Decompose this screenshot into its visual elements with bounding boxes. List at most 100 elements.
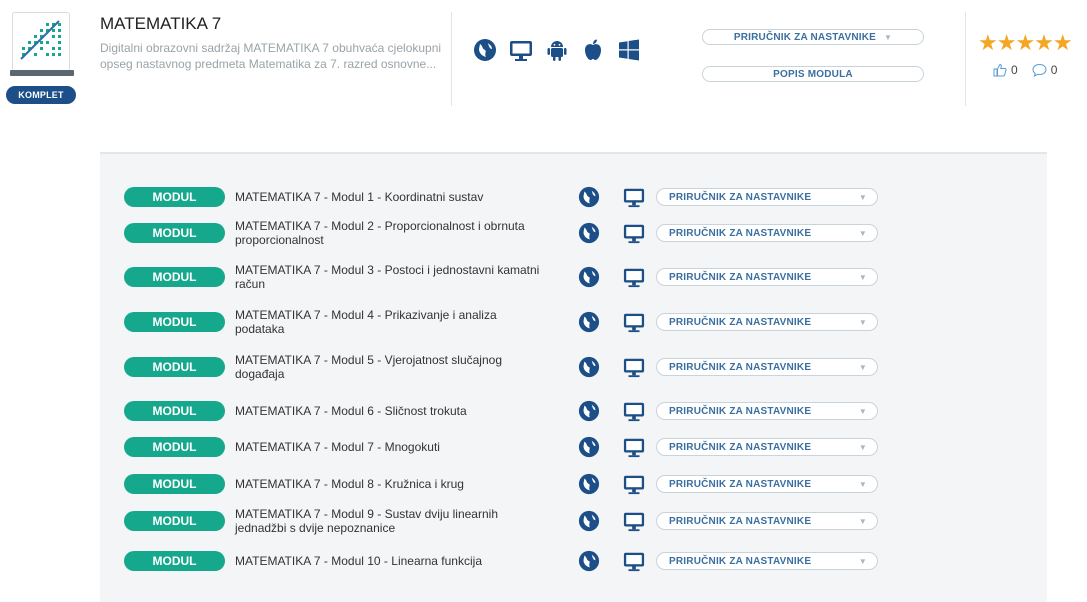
chevron-down-icon: ▼ <box>858 480 867 489</box>
module-row: MODUL MATEMATIKA 7 - Modul 3 - Postoci i… <box>100 260 1047 294</box>
thumbnail-card <box>12 12 70 72</box>
modul-badge[interactable]: MODUL <box>124 511 225 531</box>
monitor-icon[interactable] <box>621 473 647 495</box>
divider <box>451 12 452 106</box>
teacher-manual-label: PRIRUČNIK ZA NASTAVNIKE <box>669 556 812 567</box>
globe-icon[interactable] <box>472 37 498 63</box>
course-title[interactable]: MATEMATIKA 7 <box>100 14 221 34</box>
modul-badge[interactable]: MODUL <box>124 474 225 494</box>
module-row: MODUL MATEMATIKA 7 - Modul 7 - Mnogokuti… <box>100 430 1047 464</box>
comment-icon[interactable] <box>1032 63 1047 77</box>
monitor-icon[interactable] <box>621 510 647 532</box>
module-title[interactable]: MATEMATIKA 7 - Modul 6 - Sličnost trokut… <box>235 404 545 418</box>
teacher-manual-dropdown[interactable]: PRIRUČNIK ZA NASTAVNIKE ▼ <box>656 402 878 420</box>
thumbs-up-icon[interactable] <box>993 63 1007 77</box>
module-row: MODUL MATEMATIKA 7 - Modul 9 - Sustav dv… <box>100 504 1047 538</box>
module-title[interactable]: MATEMATIKA 7 - Modul 4 - Prikazivanje i … <box>235 308 545 336</box>
module-row: MODUL MATEMATIKA 7 - Modul 10 - Linearna… <box>100 544 1047 578</box>
monitor-icon[interactable] <box>621 311 647 333</box>
math-grid-icon <box>20 20 61 60</box>
komplet-badge: KOMPLET <box>6 86 76 104</box>
module-row: MODUL MATEMATIKA 7 - Modul 1 - Koordinat… <box>100 180 1047 214</box>
rating-stars[interactable]: ★★★★★ <box>978 30 1073 56</box>
teacher-manual-label: PRIRUČNIK ZA NASTAVNIKE <box>669 228 812 239</box>
teacher-manual-dropdown[interactable]: PRIRUČNIK ZA NASTAVNIKE ▼ <box>656 313 878 331</box>
teacher-manual-dropdown[interactable]: PRIRUČNIK ZA NASTAVNIKE ▼ <box>656 438 878 456</box>
feedback-counts: 0 0 <box>993 63 1057 77</box>
course-description: Digitalni obrazovni sadržaj MATEMATIKA 7… <box>100 41 442 71</box>
likes-count: 0 <box>1011 63 1018 77</box>
chevron-down-icon: ▼ <box>858 443 867 452</box>
teacher-manual-dropdown[interactable]: PRIRUČNIK ZA NASTAVNIKE ▼ <box>656 475 878 493</box>
apple-icon[interactable] <box>580 37 606 63</box>
monitor-icon[interactable] <box>621 222 647 244</box>
teacher-manual-dropdown[interactable]: PRIRUČNIK ZA NASTAVNIKE ▼ <box>656 188 878 206</box>
globe-icon[interactable] <box>578 186 600 208</box>
platform-icons <box>472 37 642 63</box>
globe-icon[interactable] <box>578 473 600 495</box>
chevron-down-icon: ▼ <box>858 273 867 282</box>
chevron-down-icon: ▼ <box>858 557 867 566</box>
modul-badge[interactable]: MODUL <box>124 187 225 207</box>
course-thumbnail[interactable] <box>10 12 82 76</box>
teacher-manual-dropdown[interactable]: PRIRUČNIK ZA NASTAVNIKE ▼ <box>656 512 878 530</box>
teacher-manual-label: PRIRUČNIK ZA NASTAVNIKE <box>669 479 812 490</box>
globe-icon[interactable] <box>578 266 600 288</box>
modul-badge[interactable]: MODUL <box>124 401 225 421</box>
teacher-manual-label: PRIRUČNIK ZA NASTAVNIKE <box>733 32 877 43</box>
monitor-icon[interactable] <box>621 550 647 572</box>
monitor-icon[interactable] <box>621 356 647 378</box>
globe-icon[interactable] <box>578 400 600 422</box>
module-row: MODUL MATEMATIKA 7 - Modul 2 - Proporcio… <box>100 216 1047 250</box>
monitor-icon[interactable] <box>621 400 647 422</box>
teacher-manual-dropdown[interactable]: PRIRUČNIK ZA NASTAVNIKE ▼ <box>656 552 878 570</box>
globe-icon[interactable] <box>578 222 600 244</box>
modul-badge[interactable]: MODUL <box>124 551 225 571</box>
modul-badge[interactable]: MODUL <box>124 267 225 287</box>
teacher-manual-label: PRIRUČNIK ZA NASTAVNIKE <box>669 442 812 453</box>
modul-badge[interactable]: MODUL <box>124 437 225 457</box>
module-list-button[interactable]: POPIS MODULA <box>702 66 924 82</box>
modul-badge[interactable]: MODUL <box>124 357 225 377</box>
module-title[interactable]: MATEMATIKA 7 - Modul 8 - Kružnica i krug <box>235 477 545 491</box>
teacher-manual-label: PRIRUČNIK ZA NASTAVNIKE <box>669 516 812 527</box>
module-title[interactable]: MATEMATIKA 7 - Modul 2 - Proporcionalnos… <box>235 219 545 247</box>
module-list-label: POPIS MODULA <box>773 69 853 80</box>
globe-icon[interactable] <box>578 356 600 378</box>
module-title[interactable]: MATEMATIKA 7 - Modul 3 - Postoci i jedno… <box>235 263 545 291</box>
android-icon[interactable] <box>544 37 570 63</box>
module-title[interactable]: MATEMATIKA 7 - Modul 5 - Vjerojatnost sl… <box>235 353 545 381</box>
teacher-manual-dropdown[interactable]: PRIRUČNIK ZA NASTAVNIKE ▼ <box>656 358 878 376</box>
teacher-manual-label: PRIRUČNIK ZA NASTAVNIKE <box>669 192 812 203</box>
modul-badge[interactable]: MODUL <box>124 223 225 243</box>
chevron-down-icon: ▼ <box>858 193 867 202</box>
module-list: MODUL MATEMATIKA 7 - Modul 1 - Koordinat… <box>100 152 1047 602</box>
teacher-manual-label: PRIRUČNIK ZA NASTAVNIKE <box>669 362 812 373</box>
monitor-icon[interactable] <box>508 37 534 63</box>
globe-icon[interactable] <box>578 436 600 458</box>
globe-icon[interactable] <box>578 510 600 532</box>
module-row: MODUL MATEMATIKA 7 - Modul 6 - Sličnost … <box>100 394 1047 428</box>
chevron-down-icon: ▼ <box>884 33 893 42</box>
globe-icon[interactable] <box>578 550 600 572</box>
module-row: MODUL MATEMATIKA 7 - Modul 4 - Prikaziva… <box>100 305 1047 339</box>
module-row: MODUL MATEMATIKA 7 - Modul 8 - Kružnica … <box>100 467 1047 501</box>
teacher-manual-dropdown[interactable]: PRIRUČNIK ZA NASTAVNIKE ▼ <box>702 29 924 45</box>
teacher-manual-dropdown[interactable]: PRIRUČNIK ZA NASTAVNIKE ▼ <box>656 268 878 286</box>
module-title[interactable]: MATEMATIKA 7 - Modul 9 - Sustav dviju li… <box>235 507 545 535</box>
monitor-icon[interactable] <box>621 436 647 458</box>
module-title[interactable]: MATEMATIKA 7 - Modul 7 - Mnogokuti <box>235 440 545 454</box>
globe-icon[interactable] <box>578 311 600 333</box>
teacher-manual-dropdown[interactable]: PRIRUČNIK ZA NASTAVNIKE ▼ <box>656 224 878 242</box>
chevron-down-icon: ▼ <box>858 229 867 238</box>
chevron-down-icon: ▼ <box>858 517 867 526</box>
module-title[interactable]: MATEMATIKA 7 - Modul 1 - Koordinatni sus… <box>235 190 545 204</box>
monitor-icon[interactable] <box>621 186 647 208</box>
module-title[interactable]: MATEMATIKA 7 - Modul 10 - Linearna funkc… <box>235 554 545 568</box>
windows-icon[interactable] <box>616 37 642 63</box>
chevron-down-icon: ▼ <box>858 318 867 327</box>
chevron-down-icon: ▼ <box>858 363 867 372</box>
teacher-manual-label: PRIRUČNIK ZA NASTAVNIKE <box>669 406 812 417</box>
monitor-icon[interactable] <box>621 266 647 288</box>
modul-badge[interactable]: MODUL <box>124 312 225 332</box>
